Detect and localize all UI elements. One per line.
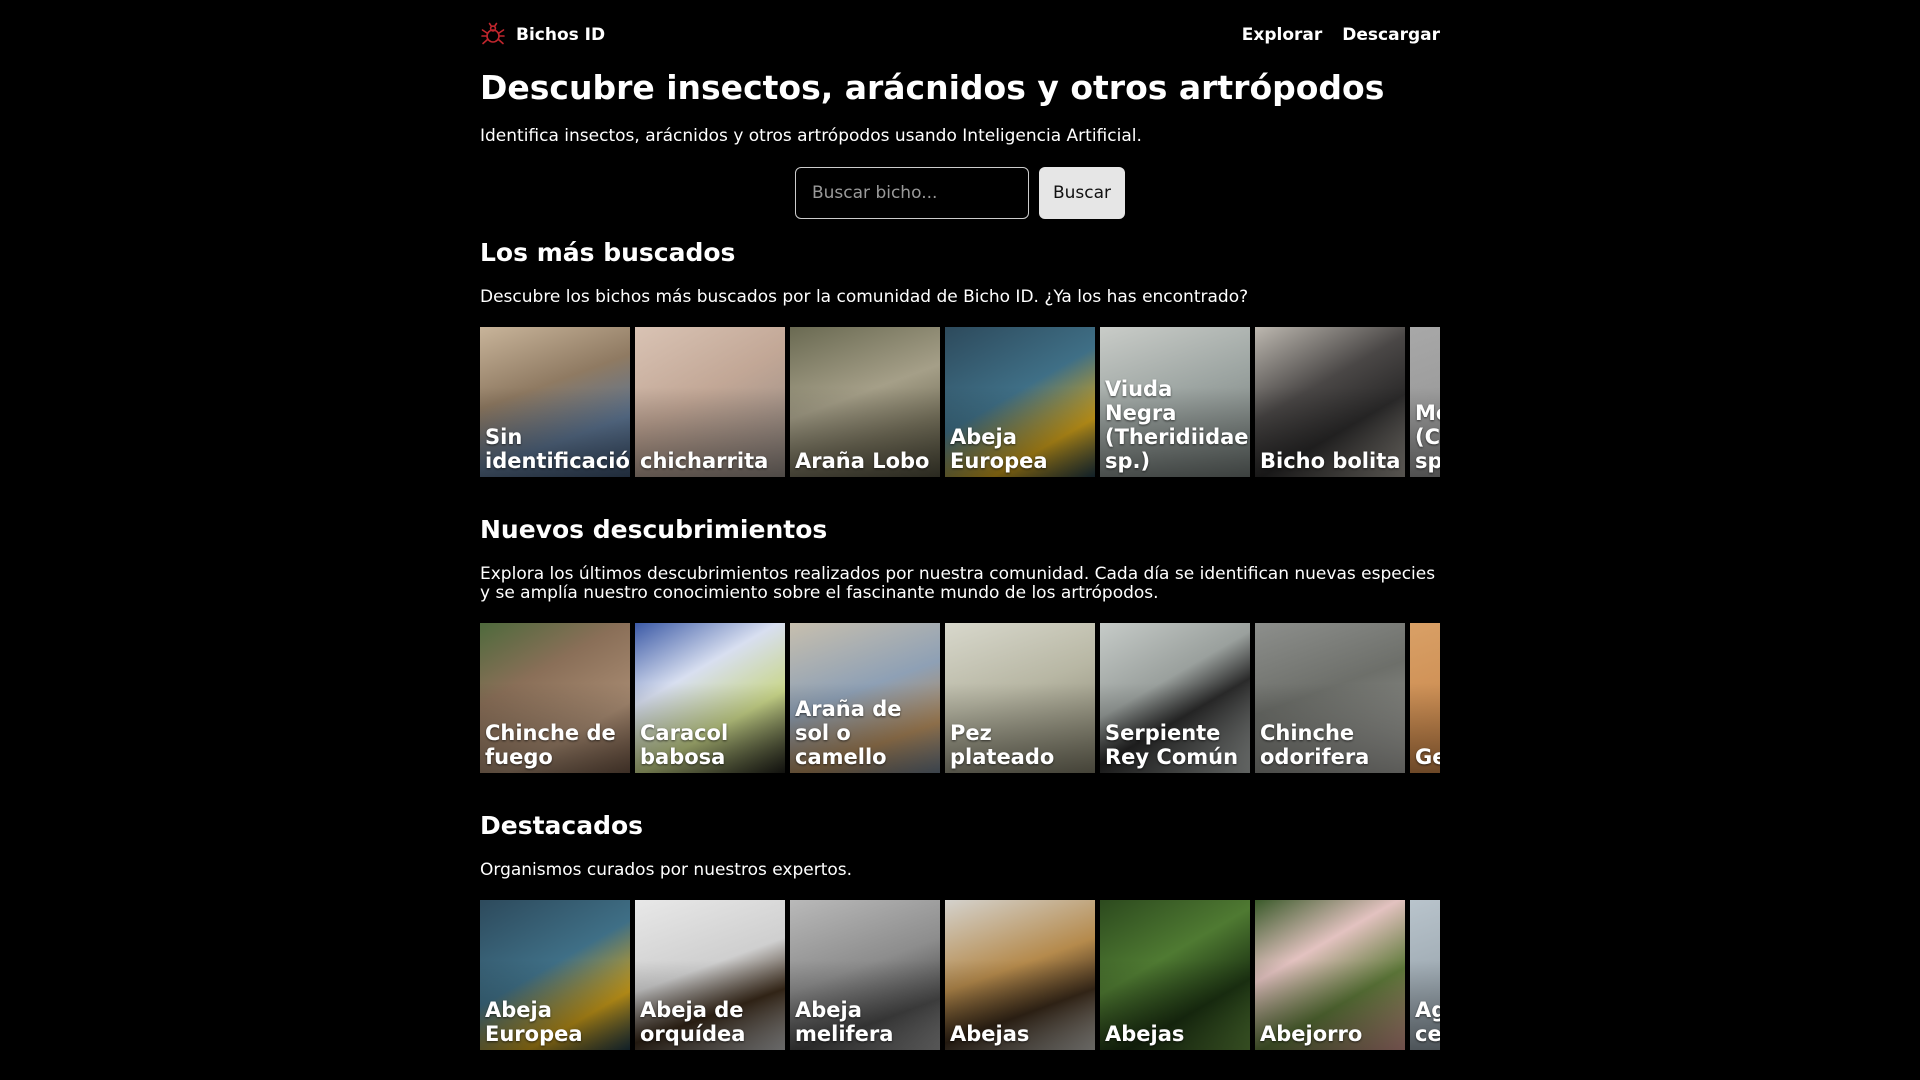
section-title: Destacados xyxy=(480,811,644,840)
section-most-searched: Los más buscados Descubre los bichos más… xyxy=(480,238,1440,307)
species-card[interactable]: Gecko xyxy=(1410,623,1440,773)
species-card[interactable]: Sin identificación xyxy=(480,327,630,477)
species-card[interactable]: Abeja de orquídea xyxy=(635,900,785,1050)
species-card-label: Abejas xyxy=(1105,1022,1185,1046)
section-featured: Destacados Organismos curados por nuestr… xyxy=(480,811,1440,880)
species-card[interactable]: Agave centenario xyxy=(1410,900,1440,1050)
species-card-label: Chinche de fuego xyxy=(485,721,616,769)
section-description: Organismos curados por nuestros expertos… xyxy=(480,860,853,880)
species-card[interactable]: Chinche odorifera xyxy=(1255,623,1405,773)
species-card-label: Sin identificación xyxy=(485,425,630,473)
nav-descargar[interactable]: Descargar xyxy=(1342,25,1440,45)
brand-name: Bichos ID xyxy=(516,25,606,45)
search-button[interactable]: Buscar xyxy=(1039,167,1125,219)
species-card-label: Bicho bolita xyxy=(1260,449,1401,473)
species-card[interactable]: Araña Lobo xyxy=(790,327,940,477)
species-card[interactable]: Serpiente Rey Común xyxy=(1100,623,1250,773)
card-row: Chinche de fuego Caracol babosa Araña de s… xyxy=(480,623,1440,773)
species-card[interactable]: Abeja Europea xyxy=(480,900,630,1050)
species-card[interactable]: Abejas xyxy=(1100,900,1250,1050)
species-card[interactable]: Bicho bolita xyxy=(1255,327,1405,477)
species-card-label: Araña de sol o camello xyxy=(795,697,902,769)
site-header: Bichos ID Explorar Descargar xyxy=(480,0,1440,70)
section-description: Descubre los bichos más buscados por la … xyxy=(480,287,1249,307)
species-card[interactable]: Abeja Europea xyxy=(945,327,1095,477)
page-subtitle: Identifica insectos, arácnidos y otros a… xyxy=(480,126,1142,146)
bug-logo-icon xyxy=(481,22,505,45)
main-nav: Explorar Descargar xyxy=(1242,25,1440,45)
species-card[interactable]: Pez plateado xyxy=(945,623,1095,773)
page: Bichos ID Explorar Descargar Descubre in… xyxy=(480,0,1440,1050)
species-card[interactable]: Chinche de fuego xyxy=(480,623,630,773)
section-title: Nuevos descubrimientos xyxy=(480,515,828,544)
species-card-label: Chinche odorifera xyxy=(1260,721,1370,769)
page-title: Descubre insectos, arácnidos y otros art… xyxy=(480,68,1385,107)
species-card-label: Gecko xyxy=(1415,745,1440,769)
section-title: Los más buscados xyxy=(480,238,736,267)
species-card-label: Serpiente Rey Común xyxy=(1105,721,1239,769)
species-card-label: Pez plateado xyxy=(950,721,1055,769)
species-card-label: Caracol babosa xyxy=(640,721,729,769)
species-card-label: Abeja melifera xyxy=(795,998,894,1046)
species-card-label: Abejas xyxy=(950,1022,1030,1046)
species-card[interactable]: Abejas xyxy=(945,900,1095,1050)
species-card[interactable]: Mosca (Calliphoridae sp.) xyxy=(1410,327,1440,477)
species-card-label: Abeja Europea xyxy=(950,425,1048,473)
species-card[interactable]: Araña de sol o camello xyxy=(790,623,940,773)
species-card[interactable]: chicharrita xyxy=(635,327,785,477)
species-card[interactable]: Abejorro xyxy=(1255,900,1405,1050)
species-card-label: Viuda Negra (Theridiidae sp.) xyxy=(1105,377,1249,473)
nav-explorar[interactable]: Explorar xyxy=(1242,25,1323,45)
species-card[interactable]: Caracol babosa xyxy=(635,623,785,773)
species-card-label: Mosca (Calliphoridae sp.) xyxy=(1415,401,1440,473)
card-row: Abeja Europea Abeja de orquídea Abeja meli… xyxy=(480,900,1440,1050)
species-card[interactable]: Abeja melifera xyxy=(790,900,940,1050)
section-description: Explora los últimos descubrimientos real… xyxy=(480,564,1436,603)
species-card-label: Araña Lobo xyxy=(795,449,930,473)
species-card-label: chicharrita xyxy=(640,449,769,473)
section-new-discoveries: Nuevos descubrimientos Explora los últim… xyxy=(480,515,1440,603)
card-row: Sin identificación chicharrita Araña Lobo A… xyxy=(480,327,1440,477)
species-card-label: Abeja Europea xyxy=(485,998,583,1046)
species-card[interactable]: Viuda Negra (Theridiidae sp.) xyxy=(1100,327,1250,477)
species-card-label: Abejorro xyxy=(1260,1022,1363,1046)
search-bar: Buscar xyxy=(795,167,1125,219)
brand-link[interactable]: Bichos ID xyxy=(480,22,605,48)
species-card-label: Abeja de orquídea xyxy=(640,998,746,1046)
search-input[interactable] xyxy=(795,167,1029,219)
species-card-label: Agave centenario xyxy=(1415,998,1440,1046)
